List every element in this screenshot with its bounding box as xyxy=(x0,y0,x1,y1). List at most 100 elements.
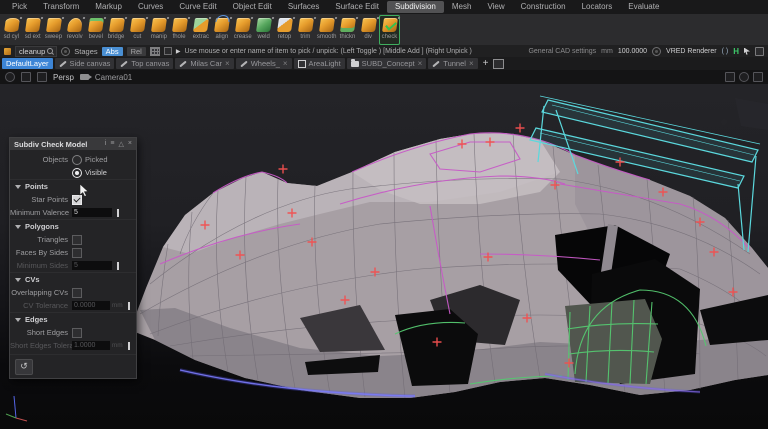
tool-label: bridge xyxy=(108,34,125,40)
min-valence-slider[interactable] xyxy=(115,209,126,217)
stages-button[interactable]: Stages xyxy=(74,47,97,56)
menu-tab-construction[interactable]: Construction xyxy=(513,1,574,13)
short-edges-tolerance-label: Short Edges Tolera... xyxy=(10,341,72,350)
pin-icon[interactable]: i xyxy=(105,140,107,148)
tool-manip[interactable]: manip xyxy=(148,15,169,45)
short-edges-tolerance-unit: mm xyxy=(112,342,123,349)
tool-sd-cylinder[interactable]: sd cyl xyxy=(1,15,22,45)
menu-tab-curve-edit[interactable]: Curve Edit xyxy=(171,1,224,13)
tool-cut[interactable]: cut xyxy=(127,15,148,45)
scene-node-icon[interactable] xyxy=(755,47,764,56)
tool-extract[interactable]: extrac xyxy=(190,15,211,45)
triangles-checkbox[interactable] xyxy=(72,235,82,245)
camera-icon xyxy=(80,74,89,80)
min-valence-field[interactable]: 5 xyxy=(72,208,112,217)
view-target-icon[interactable] xyxy=(5,72,15,82)
tool-revolve[interactable]: revolv xyxy=(64,15,85,45)
layer-tab-arealight[interactable]: AreaLight xyxy=(294,58,345,69)
bevel-icon xyxy=(88,18,104,32)
menu-tab-locators[interactable]: Locators xyxy=(574,1,621,13)
layer-tab-top-canvas[interactable]: Top canvas xyxy=(116,58,173,69)
polygons-section-header[interactable]: Polygons xyxy=(10,219,136,233)
panel-list-icon[interactable] xyxy=(493,59,504,69)
tool-check-model[interactable]: check xyxy=(379,15,400,45)
view-lock-icon[interactable] xyxy=(21,72,31,82)
subdiv-check-model-dialog: Subdiv Check Model i ≡ △ × Objects Picke… xyxy=(9,137,137,379)
sweep-icon xyxy=(46,18,62,32)
menu-tab-pick[interactable]: Pick xyxy=(4,1,35,13)
tool-divide[interactable]: div xyxy=(358,15,379,45)
tool-retopo[interactable]: retop xyxy=(274,15,295,45)
tool-fill-hole[interactable]: fhole xyxy=(169,15,190,45)
faces-by-sides-checkbox[interactable] xyxy=(72,248,82,258)
weld-icon xyxy=(256,18,272,32)
add-tab-button[interactable]: + xyxy=(480,59,492,69)
menu-tab-subdivision[interactable]: Subdivision xyxy=(387,1,444,13)
dialog-title-bar[interactable]: Subdiv Check Model i ≡ △ × xyxy=(10,138,136,150)
view-option-icon-3[interactable] xyxy=(753,72,763,82)
close-icon[interactable]: × xyxy=(418,60,423,68)
tool-sd-extrude[interactable]: sd ext xyxy=(22,15,43,45)
layer-tab-subd-concept[interactable]: SUBD_Concept× xyxy=(347,58,427,69)
tool-trim[interactable]: trim xyxy=(295,15,316,45)
edges-section-header[interactable]: Edges xyxy=(10,312,136,326)
layer-tab-wheels[interactable]: Wheels_× xyxy=(236,58,292,69)
points-section-header[interactable]: Points xyxy=(10,179,136,193)
view-grid-icon[interactable] xyxy=(37,72,47,82)
tool-label: weld xyxy=(257,34,269,40)
close-icon[interactable]: × xyxy=(128,140,132,148)
overlapping-cvs-checkbox[interactable] xyxy=(72,288,82,298)
menu-tab-markup[interactable]: Markup xyxy=(87,1,130,13)
tool-sweep[interactable]: sweep xyxy=(43,15,64,45)
braces-icon[interactable]: ( ) xyxy=(722,48,729,55)
menu-tab-surface-edit[interactable]: Surface Edit xyxy=(327,1,387,13)
tool-thicken[interactable]: thickn xyxy=(337,15,358,45)
tool-smooth[interactable]: smooth xyxy=(316,15,337,45)
close-icon[interactable]: × xyxy=(225,60,230,68)
objects-row: Objects Picked xyxy=(10,153,136,166)
reset-button[interactable]: ↺ xyxy=(15,359,33,375)
menu-tab-mesh[interactable]: Mesh xyxy=(444,1,480,13)
tool-align[interactable]: align xyxy=(211,15,232,45)
menu-tab-view[interactable]: View xyxy=(479,1,512,13)
layer-tab-tunnel[interactable]: Tunnel× xyxy=(428,58,477,69)
detach-icon[interactable]: △ xyxy=(119,140,124,148)
menu-icon[interactable]: ≡ xyxy=(110,140,114,148)
cvs-header-label: CVs xyxy=(25,275,40,284)
tool-search-input[interactable]: cleanup xyxy=(15,46,57,57)
layer-tab-milas-car[interactable]: Milas Car× xyxy=(175,58,233,69)
pointer-mode-icon[interactable] xyxy=(744,48,750,55)
tool-weld[interactable]: weld xyxy=(253,15,274,45)
layer-tab-side-canvas[interactable]: Side canvas xyxy=(55,58,115,69)
view-option-icon-2[interactable] xyxy=(739,72,749,82)
tool-bevel[interactable]: bevel xyxy=(85,15,106,45)
short-edges-checkbox[interactable] xyxy=(72,328,82,338)
menu-tab-surfaces[interactable]: Surfaces xyxy=(280,1,328,13)
view-option-icon-1[interactable] xyxy=(725,72,735,82)
layer-tab-defaultlayer[interactable]: DefaultLayer xyxy=(2,58,53,69)
layer-tab-label: Tunnel xyxy=(443,59,466,68)
camera-name[interactable]: Camera01 xyxy=(95,73,132,82)
tool-crease[interactable]: crease xyxy=(232,15,253,45)
units-label[interactable]: mm xyxy=(601,48,613,55)
cad-settings-button[interactable]: General CAD settings xyxy=(528,48,596,55)
menu-tab-curves[interactable]: Curves xyxy=(130,1,171,13)
scale-value[interactable]: 100.0000 xyxy=(618,48,647,55)
option-checkbox[interactable] xyxy=(164,47,172,55)
abs-toggle-button[interactable]: Abs xyxy=(102,47,123,56)
grid-snap-button[interactable] xyxy=(150,47,160,56)
renderer-selector[interactable]: VRED Renderer xyxy=(666,48,717,55)
cvs-section-header[interactable]: CVs xyxy=(10,272,136,286)
visible-radio[interactable] xyxy=(72,168,82,178)
rel-toggle-button[interactable]: Rel xyxy=(127,47,146,56)
menu-tab-evaluate[interactable]: Evaluate xyxy=(620,1,667,13)
stages-icon xyxy=(61,47,70,56)
menu-tab-object-edit[interactable]: Object Edit xyxy=(225,1,280,13)
tool-bridge[interactable]: bridge xyxy=(106,15,127,45)
menu-tab-transform[interactable]: Transform xyxy=(35,1,87,13)
picked-radio[interactable] xyxy=(72,155,82,165)
close-icon[interactable]: × xyxy=(469,60,474,68)
hdr-badge[interactable]: H xyxy=(733,47,739,56)
view-name[interactable]: Persp xyxy=(53,73,74,82)
close-icon[interactable]: × xyxy=(283,60,288,68)
